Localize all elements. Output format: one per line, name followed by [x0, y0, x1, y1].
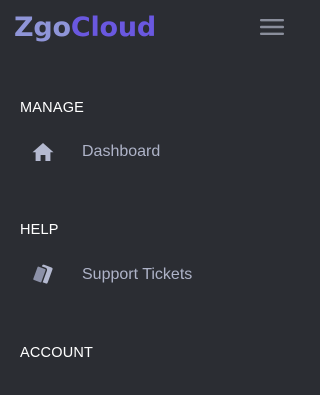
brand-logo-part2: Cloud	[70, 11, 157, 43]
hamburger-menu-icon[interactable]	[258, 16, 286, 38]
sidebar-item-label: Support Tickets	[82, 266, 193, 283]
section-title-account: ACCOUNT	[20, 345, 94, 361]
sidebar: Zgo Cloud MANAGE Dashboard HELP Support …	[0, 0, 320, 395]
sidebar-item-label: Dashboard	[82, 143, 161, 160]
brand-logo-part1: Zgo	[14, 11, 71, 43]
section-title-manage: MANAGE	[20, 100, 85, 116]
brand-logo[interactable]: Zgo Cloud	[14, 8, 156, 46]
sidebar-item-dashboard[interactable]: Dashboard	[0, 132, 320, 172]
home-icon	[30, 139, 56, 165]
sidebar-item-support-tickets[interactable]: Support Tickets	[0, 255, 320, 295]
section-title-help: HELP	[20, 222, 59, 238]
tickets-icon	[30, 262, 56, 288]
